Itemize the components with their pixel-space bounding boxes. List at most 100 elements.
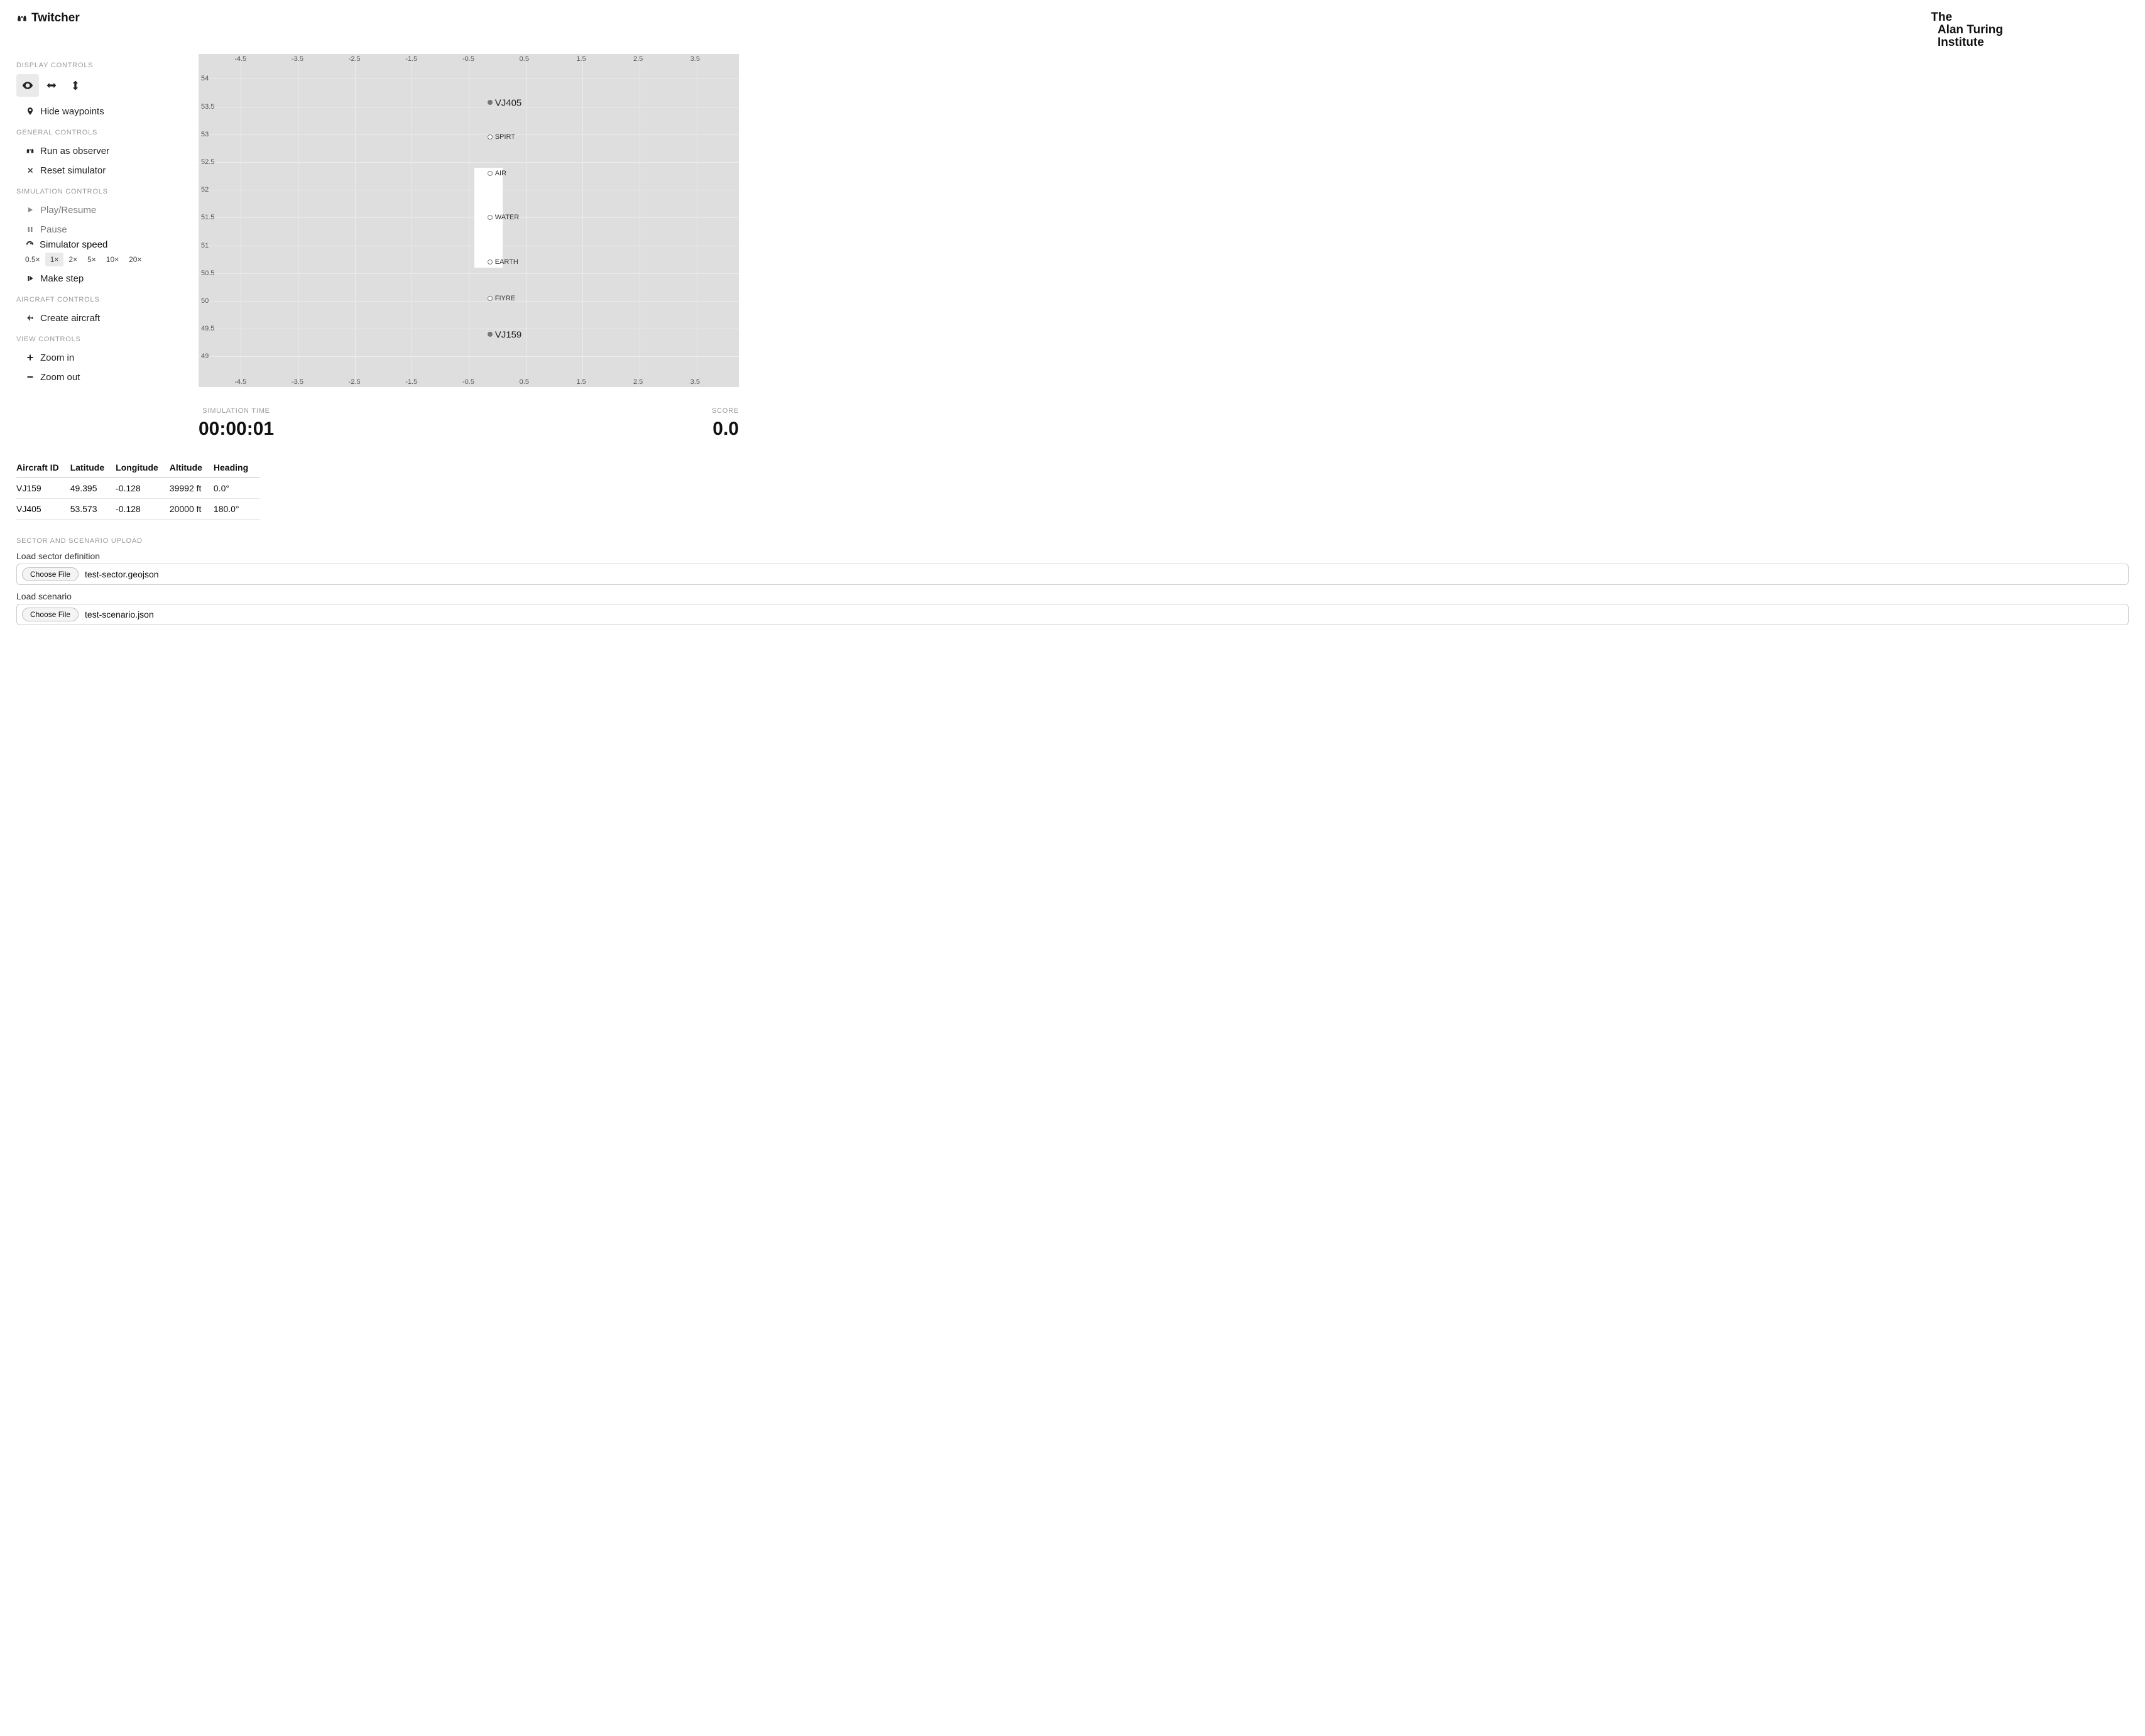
speed-0.5×[interactable]: 0.5×	[20, 253, 45, 266]
speed-2×[interactable]: 2×	[63, 253, 82, 266]
plus-icon	[25, 354, 35, 361]
x-tick: -4.5	[234, 55, 246, 63]
pause-icon	[25, 226, 35, 233]
toggle-vertical-button[interactable]	[64, 74, 87, 97]
x-tick: -2.5	[349, 378, 361, 386]
choose-file-button[interactable]: Choose File	[22, 567, 79, 581]
x-tick: -3.5	[292, 378, 303, 386]
arrows-horizontal-icon	[45, 79, 58, 92]
speed-10×[interactable]: 10×	[101, 253, 124, 266]
x-tick: -3.5	[292, 55, 303, 63]
y-tick: 52	[201, 186, 209, 194]
hide-waypoints-button[interactable]: Hide waypoints	[16, 102, 173, 121]
org-logo: The Alan Turing Institute	[1931, 11, 2003, 49]
reset-simulator-button[interactable]: Reset simulator	[16, 161, 173, 180]
waypoint-marker[interactable]	[488, 259, 493, 265]
sim-time-value: 00:00:01	[199, 418, 274, 440]
minus-icon	[25, 373, 35, 381]
waypoint-marker[interactable]	[488, 296, 493, 301]
y-tick: 50.5	[201, 270, 214, 277]
x-tick: 3.5	[690, 55, 700, 63]
x-tick: 0.5	[520, 55, 529, 63]
y-tick: 51	[201, 242, 209, 249]
zoom-out-button[interactable]: Zoom out	[16, 368, 173, 387]
col-header: Altitude	[170, 457, 214, 478]
gauge-icon	[25, 240, 35, 249]
y-tick: 49.5	[201, 325, 214, 332]
y-tick: 51.5	[201, 214, 214, 221]
app-brand: Twitcher	[16, 11, 80, 25]
waypoint-marker[interactable]	[488, 215, 493, 220]
x-tick: -0.5	[462, 55, 474, 63]
score-value: 0.0	[712, 418, 739, 440]
map-plot[interactable]: -4.5 -4.5 -3.5 -3.5 -2.5 -2.5 -1.5 -1.5 -0.5 -0.5…	[199, 54, 739, 387]
col-header: Heading	[214, 457, 259, 478]
eye-icon	[21, 79, 34, 92]
scenario-file-input[interactable]: Choose File test-scenario.json	[16, 604, 2129, 625]
aircraft-marker[interactable]	[488, 100, 493, 105]
speed-5×[interactable]: 5×	[82, 253, 101, 266]
waypoint-marker[interactable]	[488, 134, 493, 139]
x-tick: 1.5	[576, 55, 586, 63]
x-tick: 2.5	[633, 55, 643, 63]
waypoint-marker[interactable]	[488, 171, 493, 176]
play-icon	[25, 206, 35, 214]
section-view: VIEW CONTROLS	[16, 336, 173, 343]
col-header: Aircraft ID	[16, 457, 70, 478]
zoom-in-button[interactable]: Zoom in	[16, 348, 173, 368]
speed-1×[interactable]: 1×	[45, 253, 64, 266]
waypoint-label: EARTH	[495, 258, 518, 266]
waypoint-label: FIYRE	[495, 295, 515, 302]
scenario-upload-label: Load scenario	[16, 591, 2129, 601]
make-step-button[interactable]: Make step	[16, 269, 173, 288]
waypoint-label: WATER	[495, 214, 520, 221]
arrows-vertical-icon	[69, 79, 82, 92]
aircraft-label: VJ405	[495, 98, 522, 109]
waypoint-label: AIR	[495, 170, 506, 177]
col-header: Latitude	[70, 457, 116, 478]
y-tick: 50	[201, 297, 209, 305]
y-tick: 54	[201, 75, 209, 82]
waypoint-label: SPIRT	[495, 133, 515, 141]
section-display: DISPLAY CONTROLS	[16, 62, 173, 69]
sector-upload-label: Load sector definition	[16, 551, 2129, 561]
sector-file-name: test-sector.geojson	[85, 569, 159, 579]
x-tick: -2.5	[349, 55, 361, 63]
x-tick: 0.5	[520, 378, 529, 386]
x-tick: -1.5	[405, 55, 417, 63]
speed-20×[interactable]: 20×	[124, 253, 146, 266]
col-header: Longitude	[116, 457, 170, 478]
y-tick: 49	[201, 352, 209, 360]
x-tick: 1.5	[576, 378, 586, 386]
section-upload: SECTOR AND SCENARIO UPLOAD	[16, 537, 2129, 545]
aircraft-table: Aircraft IDLatitudeLongitudeAltitudeHead…	[16, 457, 259, 520]
binoculars-icon	[25, 146, 35, 155]
toggle-horizontal-button[interactable]	[40, 74, 63, 97]
step-icon	[25, 275, 35, 282]
create-aircraft-button[interactable]: Create aircraft	[16, 308, 173, 328]
aircraft-label: VJ159	[495, 330, 522, 341]
section-aircraft: AIRCRAFT CONTROLS	[16, 296, 173, 303]
x-tick: -4.5	[234, 378, 246, 386]
table-row: VJ40553.573-0.12820000 ft180.0°	[16, 498, 259, 519]
sector-file-input[interactable]: Choose File test-sector.geojson	[16, 564, 2129, 585]
pause-button[interactable]: Pause	[16, 220, 173, 239]
aircraft-marker[interactable]	[488, 332, 493, 337]
section-general: GENERAL CONTROLS	[16, 129, 173, 136]
y-tick: 52.5	[201, 158, 214, 166]
play-resume-button[interactable]: Play/Resume	[16, 200, 173, 220]
scenario-file-name: test-scenario.json	[85, 609, 154, 620]
x-tick: -0.5	[462, 378, 474, 386]
binoculars-icon	[16, 13, 28, 24]
x-tick: 2.5	[633, 378, 643, 386]
toggle-visibility-button[interactable]	[16, 74, 39, 97]
choose-file-button[interactable]: Choose File	[22, 608, 79, 621]
pin-icon	[25, 107, 35, 116]
table-row: VJ15949.395-0.12839992 ft0.0°	[16, 478, 259, 498]
section-simulation: SIMULATION CONTROLS	[16, 188, 173, 195]
simulator-speed-label: Simulator speed	[16, 239, 173, 250]
close-icon	[25, 167, 35, 174]
run-observer-button[interactable]: Run as observer	[16, 141, 173, 161]
sim-time-label: SIMULATION TIME	[199, 407, 274, 415]
x-tick: -1.5	[405, 378, 417, 386]
